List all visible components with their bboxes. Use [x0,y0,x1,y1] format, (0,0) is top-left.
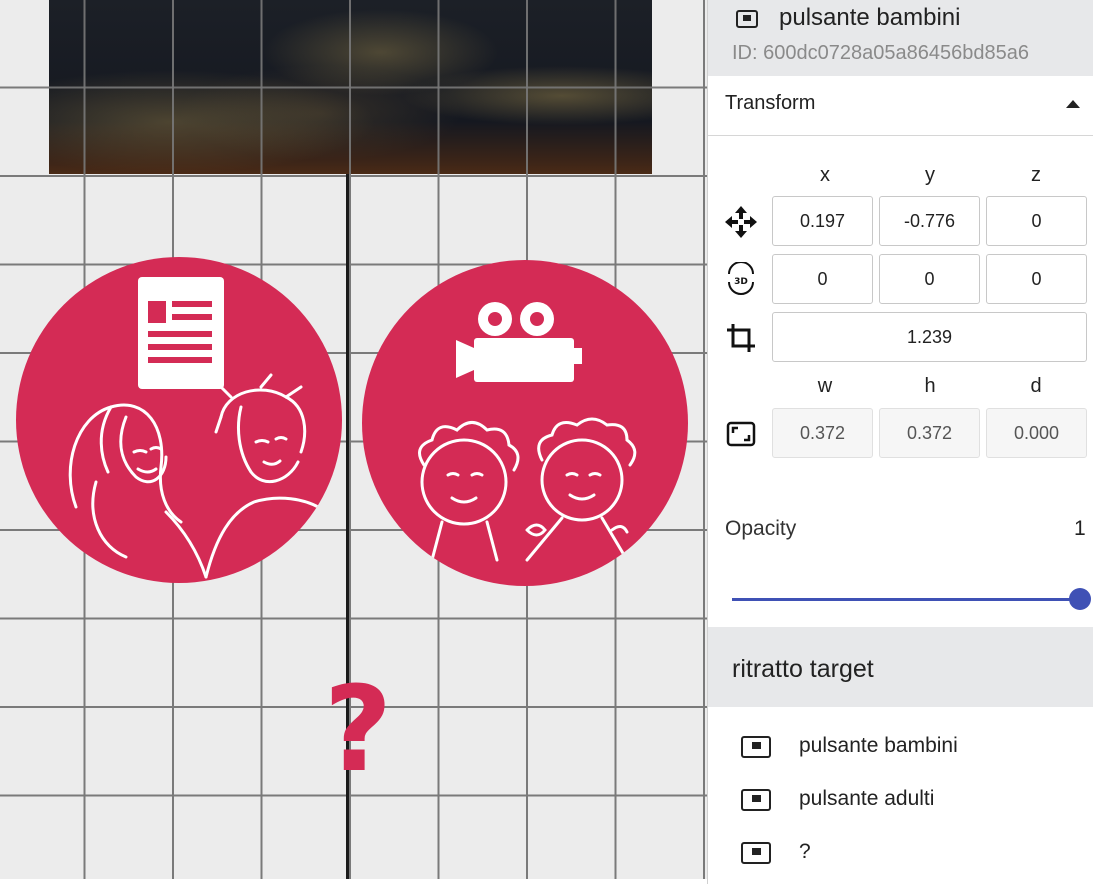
question-mark-object[interactable]: ? [318,670,398,788]
move-icon [725,206,757,238]
collapse-arrow-icon[interactable] [1066,100,1080,108]
transform-section-title[interactable]: Transform [725,92,815,115]
frame-icon [741,736,771,758]
list-item-label: ? [799,840,811,863]
column-label-z: z [1031,164,1041,186]
position-y-input[interactable]: -0.776 [879,196,980,246]
resize-icon [726,421,756,447]
column-label-x: x [820,164,830,186]
size-h-value: 0.372 [879,408,980,458]
list-item[interactable]: pulsante bambini [708,722,1093,772]
list-item[interactable]: ? [708,828,1093,878]
list-item[interactable]: pulsante adulti [708,775,1093,825]
size-d-value: 0.000 [986,408,1087,458]
crop-icon [727,324,755,352]
rotation-x-input[interactable]: 0 [772,254,873,304]
object-id: ID: 600dc0728a05a86456bd85a6 [732,42,1029,64]
scale-input[interactable]: 1.239 [772,312,1087,362]
inspector-panel: pulsante bambini ID: 600dc0728a05a86456b… [707,0,1093,884]
adulti-button[interactable] [16,257,342,583]
video-camera-icon [456,302,582,382]
frame-icon [736,10,758,28]
painting-image[interactable] [49,0,652,174]
position-x-input[interactable]: 0.197 [772,196,873,246]
opacity-slider-thumb[interactable] [1069,588,1091,610]
column-label-w: w [817,375,833,397]
column-label-d: d [1030,375,1042,397]
opacity-slider[interactable] [732,598,1080,601]
two-children-drawing [418,417,637,562]
frame-icon [741,789,771,811]
opacity-label: Opacity [725,517,797,540]
rotate-3d-icon: 3D [728,262,754,295]
two-adults-drawing [68,373,328,579]
scene-header: ritratto target [708,627,1093,707]
frame-icon [741,842,771,864]
viewport-bottom-edge [0,879,707,884]
column-label-h: h [924,375,936,397]
scene-title: ritratto target [732,655,874,683]
painting-grid-overlay [49,0,652,174]
rotation-y-input[interactable]: 0 [879,254,980,304]
object-header: pulsante bambini ID: 600dc0728a05a86456b… [708,0,1093,76]
document-icon [138,277,224,389]
opacity-value: 1 [1074,517,1086,540]
svg-text:3D: 3D [734,277,748,287]
list-item-label: pulsante adulti [799,787,935,810]
bambini-button[interactable] [362,260,688,586]
position-z-input[interactable]: 0 [986,196,1087,246]
list-item-label: pulsante bambini [799,734,958,757]
column-label-y: y [925,164,935,186]
scene-viewport[interactable]: ? [0,0,707,884]
size-w-value: 0.372 [772,408,873,458]
object-name: pulsante bambini [779,4,961,31]
divider [708,135,1093,136]
rotation-z-input[interactable]: 0 [986,254,1087,304]
